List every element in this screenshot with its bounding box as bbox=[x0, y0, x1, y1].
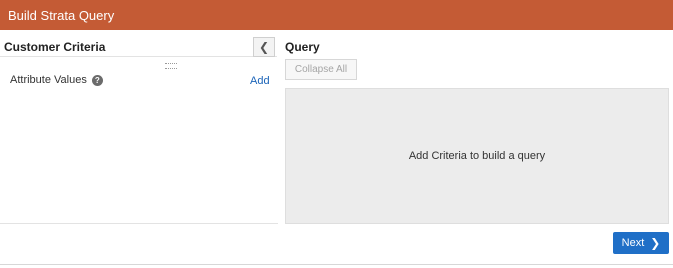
help-icon[interactable]: ? bbox=[91, 74, 103, 86]
add-attribute-link[interactable]: Add bbox=[250, 75, 270, 87]
collapse-panel-button[interactable]: ❮ bbox=[253, 37, 275, 57]
next-button[interactable]: Next ❯ bbox=[613, 232, 669, 254]
drag-handle-icon[interactable] bbox=[165, 63, 177, 69]
footer-divider bbox=[0, 264, 673, 265]
query-drop-area[interactable]: Add Criteria to build a query bbox=[285, 88, 669, 224]
query-title: Query bbox=[285, 40, 320, 54]
chevron-right-icon: ❯ bbox=[650, 236, 661, 250]
attribute-values-label: Attribute Values bbox=[10, 74, 87, 86]
chevron-left-icon: ❮ bbox=[258, 40, 270, 54]
next-button-label: Next bbox=[621, 237, 645, 249]
customer-criteria-title: Customer Criteria bbox=[4, 40, 106, 54]
query-empty-message: Add Criteria to build a query bbox=[408, 150, 546, 162]
page-header: Build Strata Query bbox=[0, 0, 673, 30]
attribute-values-row: Attribute Values ? bbox=[10, 74, 103, 86]
collapse-all-button[interactable]: Collapse All bbox=[285, 59, 357, 80]
left-panel-bottom-divider bbox=[0, 223, 278, 224]
page-title: Build Strata Query bbox=[8, 8, 115, 23]
left-panel-divider bbox=[0, 56, 277, 57]
